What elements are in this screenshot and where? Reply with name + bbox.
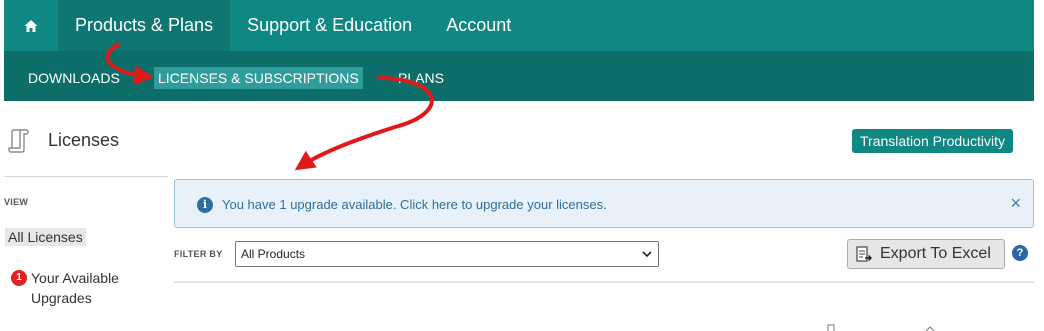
help-icon[interactable]: ? bbox=[1012, 245, 1028, 261]
sidebar-item-available-upgrades[interactable]: Your Available Upgrades bbox=[31, 268, 141, 308]
upgrade-alert[interactable]: i You have 1 upgrade available. Click he… bbox=[174, 179, 1034, 228]
page: Products & Plans Support & Education Acc… bbox=[0, 0, 1044, 331]
info-icon: i bbox=[197, 197, 213, 213]
view-label: VIEW bbox=[4, 197, 29, 207]
chevron-down-icon bbox=[642, 251, 652, 258]
filter-label: FILTER BY bbox=[174, 249, 223, 259]
export-label: Export To Excel bbox=[880, 245, 991, 262]
subnav-downloads[interactable]: DOWNLOADS bbox=[28, 67, 120, 89]
subnav-licenses-subscriptions[interactable]: LICENSES & SUBSCRIPTIONS bbox=[154, 67, 363, 89]
alert-message[interactable]: You have 1 upgrade available. Click here… bbox=[222, 197, 607, 212]
translation-productivity-badge[interactable]: Translation Productivity bbox=[852, 129, 1013, 153]
filter-selected-value: All Products bbox=[241, 247, 306, 261]
tab-support-education[interactable]: Support & Education bbox=[230, 0, 429, 51]
close-icon[interactable]: × bbox=[1010, 194, 1021, 212]
divider bbox=[4, 176, 168, 177]
sub-nav: DOWNLOADS LICENSES & SUBSCRIPTIONS PLANS bbox=[4, 51, 1034, 101]
subnav-plans[interactable]: PLANS bbox=[398, 67, 444, 89]
tab-products-plans[interactable]: Products & Plans bbox=[58, 0, 231, 51]
product-filter-select[interactable]: All Products bbox=[235, 241, 659, 267]
home-button[interactable] bbox=[4, 0, 58, 51]
export-to-excel-button[interactable]: Export To Excel bbox=[847, 239, 1005, 269]
upgrade-count-badge: 1 bbox=[11, 270, 27, 286]
tab-account[interactable]: Account bbox=[429, 0, 528, 51]
page-title: Licenses bbox=[48, 130, 120, 150]
partial-icons bbox=[827, 324, 935, 331]
top-nav: Products & Plans Support & Education Acc… bbox=[4, 0, 1034, 51]
excel-export-icon bbox=[856, 246, 872, 262]
scroll-icon bbox=[8, 129, 29, 153]
home-icon bbox=[24, 19, 38, 32]
sidebar-item-all-licenses[interactable]: All Licenses bbox=[5, 228, 86, 246]
